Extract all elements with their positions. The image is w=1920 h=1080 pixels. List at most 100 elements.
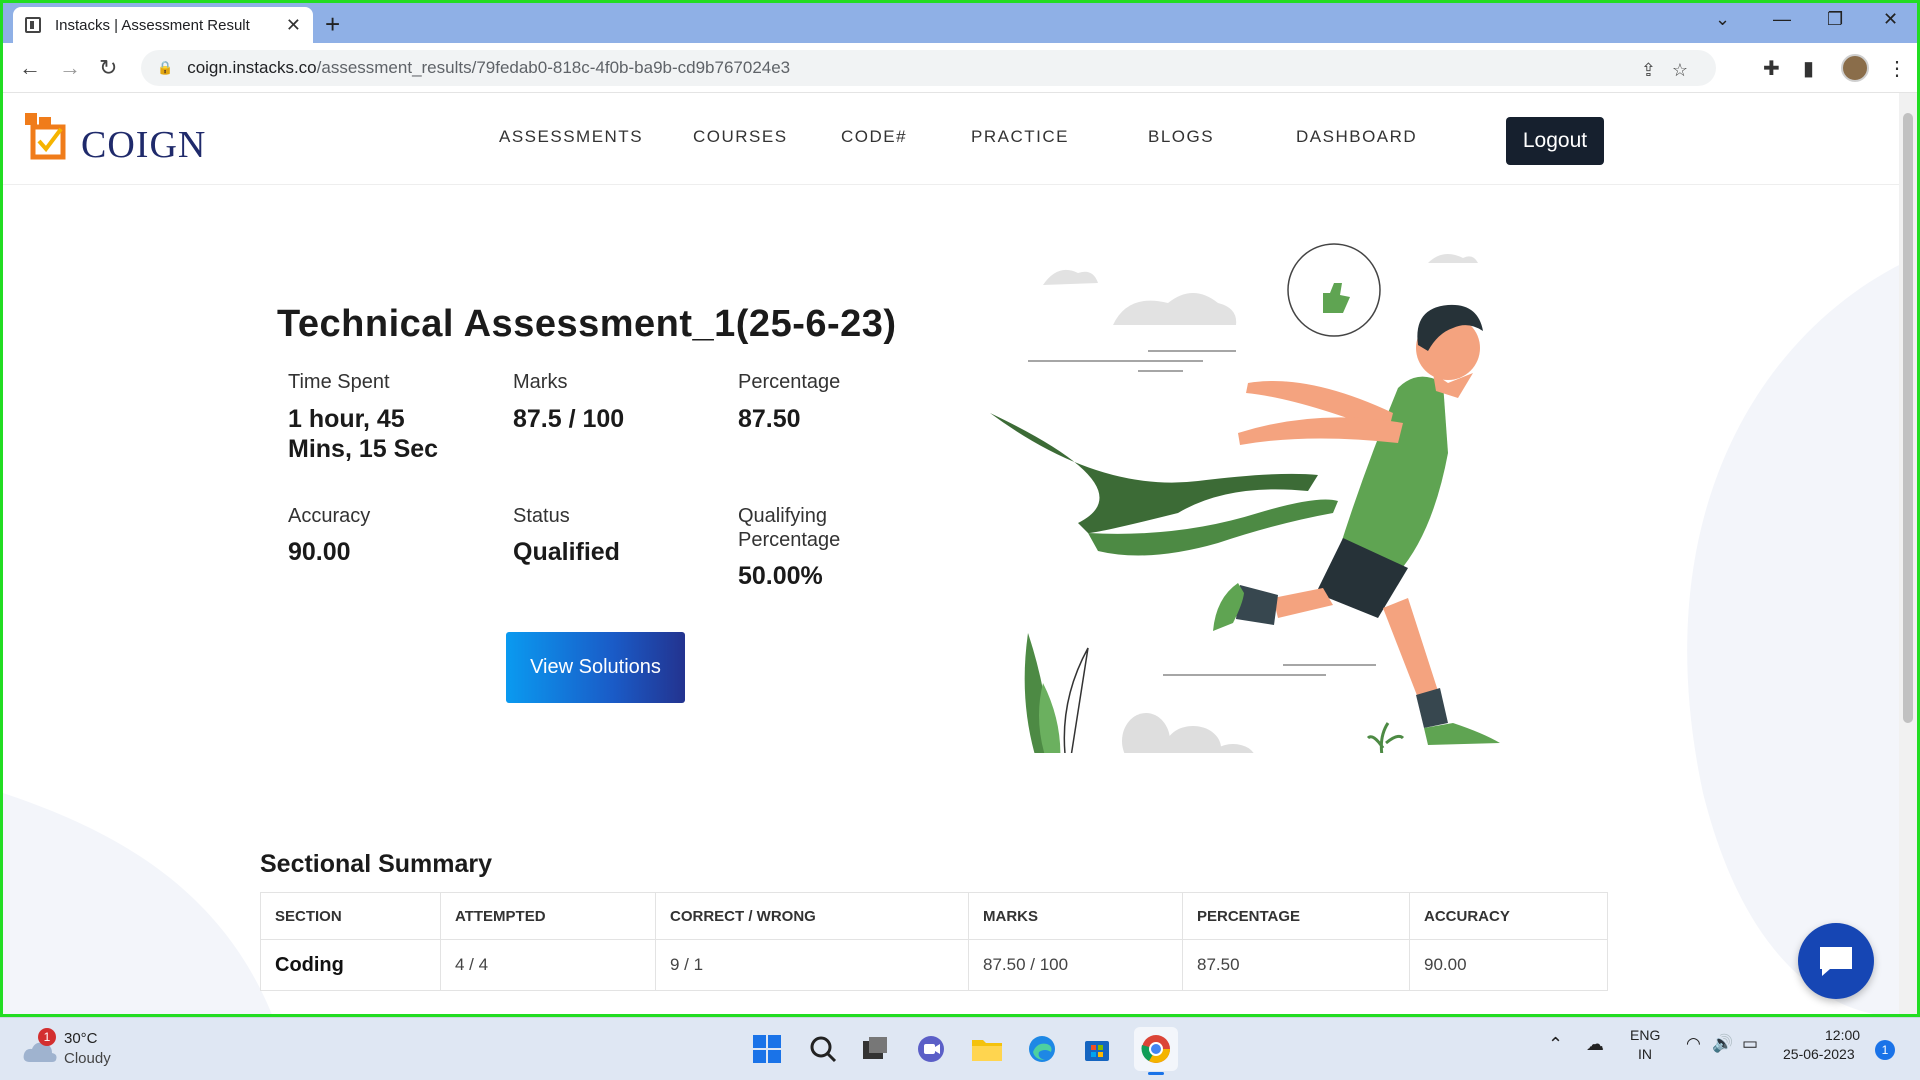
tab-search-icon[interactable]: ⌄ — [1715, 9, 1730, 30]
tray-overflow-icon[interactable]: ⌃ — [1548, 1034, 1563, 1055]
teams-chat-icon[interactable] — [914, 1032, 948, 1066]
col-header-percentage: PERCENTAGE — [1182, 892, 1410, 940]
qualifying-label-line2: Percentage — [738, 529, 841, 551]
tab-close-icon[interactable]: ✕ — [286, 15, 301, 36]
wifi-icon[interactable]: ◠ — [1686, 1034, 1701, 1054]
bookmark-star-icon[interactable]: ☆ — [1672, 60, 1688, 81]
status-label: Status — [513, 505, 570, 527]
language-line1[interactable]: ENG — [1630, 1027, 1660, 1043]
weather-temp: 30°C — [64, 1030, 98, 1047]
windows-start-icon[interactable] — [750, 1032, 784, 1066]
profile-avatar[interactable] — [1841, 54, 1869, 82]
nav-dashboard[interactable]: DASHBOARD — [1296, 127, 1417, 147]
accuracy-value: 90.00 — [288, 538, 351, 566]
runner-shoe-shape — [1213, 583, 1244, 631]
chat-bubble-icon — [1820, 947, 1852, 976]
url-path: /assessment_results/79fedab0-818c-4f0b-b… — [316, 58, 791, 77]
cloud-shape — [1043, 269, 1098, 285]
sectional-summary-title: Sectional Summary — [260, 850, 493, 878]
col-header-correct-wrong: CORRECT / WRONG — [655, 892, 969, 940]
runner-sock-shape — [1416, 688, 1448, 728]
percentage-value: 87.50 — [738, 405, 801, 433]
address-bar[interactable]: 🔒 coign.instacks.co/assessment_results/7… — [141, 50, 1716, 86]
browser-toolbar: ← → ↻ 🔒 coign.instacks.co/assessment_res… — [3, 43, 1917, 93]
time-spent-value-line2: Mins, 15 Sec — [288, 435, 439, 463]
assessment-title: Technical Assessment_1(25-6-23) — [277, 303, 897, 345]
runner-leg-shape — [1383, 598, 1438, 698]
plant-outline-shape — [1063, 647, 1089, 753]
runner-arm-shape — [1238, 417, 1403, 445]
onedrive-offline-icon[interactable]: ☁ — [1586, 1034, 1604, 1055]
minimize-icon[interactable]: — — [1773, 9, 1791, 30]
nav-assessments[interactable]: ASSESSMENTS — [499, 127, 643, 147]
runner-shoe-shape — [1424, 723, 1500, 745]
accuracy-label: Accuracy — [288, 505, 371, 527]
nav-practice[interactable]: PRACTICE — [971, 127, 1069, 147]
edge-browser-icon[interactable] — [1025, 1032, 1059, 1066]
chrome-browser-icon[interactable] — [1134, 1027, 1178, 1075]
time-spent-value-line1: 1 hour, 45 — [288, 405, 405, 433]
bush-shape — [1122, 713, 1170, 753]
view-solutions-button[interactable]: View Solutions — [506, 632, 685, 703]
table-row: Coding 4 / 4 9 / 1 87.50 / 100 87.50 90.… — [260, 939, 1608, 991]
status-value: Qualified — [513, 538, 620, 566]
share-icon[interactable]: ⇪ — [1641, 60, 1656, 81]
coign-logo[interactable]: COIGN — [25, 111, 205, 169]
sprout-shape — [1366, 722, 1405, 753]
notification-badge[interactable]: 1 — [1875, 1040, 1895, 1060]
page-favicon-icon — [25, 17, 41, 33]
microsoft-store-icon[interactable] — [1080, 1032, 1114, 1066]
restore-icon[interactable]: ❐ — [1827, 9, 1843, 30]
logo-checkbox-icon — [25, 113, 66, 160]
new-tab-icon[interactable]: + — [325, 9, 340, 40]
search-icon[interactable] — [806, 1032, 840, 1066]
file-explorer-icon[interactable] — [970, 1032, 1004, 1066]
page-content: COIGN ASSESSMENTS COURSES CODE# PRACTICE… — [3, 93, 1903, 1014]
cell-correct-wrong: 9 / 1 — [655, 939, 969, 991]
nav-blogs[interactable]: BLOGS — [1148, 127, 1214, 147]
weather-widget[interactable]: 1 30°C Cloudy — [22, 1028, 142, 1070]
qualifying-value: 50.00% — [738, 562, 823, 590]
extensions-icon[interactable]: ✚ — [1763, 56, 1780, 81]
browser-tab[interactable]: Instacks | Assessment Result ✕ — [13, 7, 313, 43]
nav-code[interactable]: CODE# — [841, 127, 907, 147]
marks-value: 87.5 / 100 — [513, 405, 625, 433]
language-line2[interactable]: IN — [1638, 1046, 1652, 1062]
active-app-indicator — [1148, 1072, 1164, 1075]
task-view-icon[interactable] — [858, 1032, 892, 1066]
page-scrollbar[interactable] — [1899, 93, 1917, 1014]
cloud-shape — [1428, 254, 1478, 263]
plant-leaf-shape — [1039, 683, 1061, 753]
lock-icon[interactable]: 🔒 — [157, 60, 173, 76]
cell-accuracy: 90.00 — [1409, 939, 1608, 991]
chat-button[interactable] — [1798, 923, 1874, 999]
runner-leg-shape — [1273, 588, 1333, 618]
forward-icon[interactable]: → — [59, 55, 81, 81]
clock-time[interactable]: 12:00 — [1825, 1027, 1860, 1043]
menu-kebab-icon[interactable]: ⋮ — [1887, 56, 1907, 81]
close-window-icon[interactable]: ✕ — [1883, 9, 1898, 30]
battery-icon[interactable]: ▭ — [1742, 1034, 1758, 1054]
volume-icon[interactable]: 🔊 — [1712, 1034, 1733, 1054]
scrollbar-thumb[interactable] — [1903, 113, 1913, 723]
side-panel-icon[interactable]: ▮ — [1803, 56, 1814, 81]
tab-bar: Instacks | Assessment Result ✕ + ⌄ — ❐ ✕ — [3, 3, 1917, 43]
runner-finish-illustration — [990, 243, 1500, 753]
tab-title: Instacks | Assessment Result — [55, 16, 250, 34]
qualifying-label-line1: Qualifying — [738, 505, 827, 527]
table-header-row: SECTION ATTEMPTED CORRECT / WRONG MARKS … — [260, 892, 1608, 940]
cell-section: Coding — [260, 939, 441, 991]
nav-courses[interactable]: COURSES — [693, 127, 788, 147]
reload-icon[interactable]: ↻ — [99, 55, 117, 81]
back-icon[interactable]: ← — [19, 55, 41, 81]
marks-label: Marks — [513, 371, 568, 393]
bush-shape — [1165, 726, 1221, 753]
weather-badge: 1 — [38, 1028, 56, 1046]
logout-button[interactable]: Logout — [1506, 117, 1604, 165]
weather-condition: Cloudy — [64, 1050, 111, 1067]
logo-text: COIGN — [81, 124, 207, 166]
clock-date[interactable]: 25-06-2023 — [1783, 1046, 1855, 1062]
col-header-section: SECTION — [260, 892, 441, 940]
cloud-shape — [1113, 293, 1237, 325]
cell-marks: 87.50 / 100 — [968, 939, 1183, 991]
